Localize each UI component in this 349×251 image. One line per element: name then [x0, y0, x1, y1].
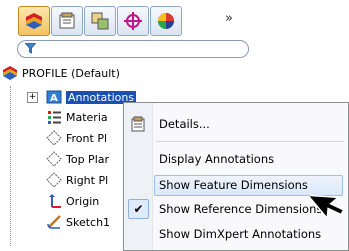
tree-item-top-plane[interactable]: Top Plar [46, 150, 109, 168]
menu-item-show-dimxpert-annotations[interactable]: Show DimXpert Annotations [124, 223, 348, 245]
menu-item-label: Show Reference Dimensions [159, 202, 323, 216]
sketch-icon [47, 215, 61, 229]
checkmark-icon: ✔ [128, 199, 149, 219]
configurationmanager-tab-icon [91, 12, 109, 30]
filter-field[interactable] [17, 40, 249, 58]
plane-icon [46, 130, 62, 146]
tree-item-label: Front Pl [66, 131, 108, 145]
menu-item-label: Details... [159, 117, 210, 131]
manager-tabs-toolbar [18, 6, 182, 36]
featuremanager-tab[interactable] [18, 6, 50, 36]
filter-icon [25, 43, 36, 54]
context-menu: Details... Display Annotations Show Feat… [123, 102, 349, 251]
expand-annotations-toggle[interactable]: + [27, 92, 38, 103]
tree-item-label: Top Plar [66, 152, 110, 166]
tree-item-front-plane[interactable]: Front Pl [46, 129, 107, 147]
display-manager-tab-icon [158, 13, 174, 29]
svg-text:A: A [50, 93, 58, 104]
menu-item-label: Show Feature Dimensions [159, 178, 308, 192]
plane-icon [46, 172, 62, 188]
menu-item-display-annotations[interactable]: Display Annotations [124, 148, 348, 170]
tree-root-label: PROFILE (Default) [22, 66, 120, 80]
tree-item-label: Sketch1 [66, 215, 111, 229]
display-manager-tab[interactable] [150, 6, 182, 36]
tree-root-item[interactable]: PROFILE (Default) [2, 64, 120, 82]
tree-item-right-plane[interactable]: Right Pl [46, 171, 108, 189]
part-icon [3, 66, 17, 80]
tree-item-label: Right Pl [66, 173, 109, 187]
more-tabs-chevron[interactable]: » [225, 11, 233, 26]
propertymanager-tab[interactable] [51, 6, 83, 36]
tree-item-label: Origin [66, 194, 100, 208]
tree-item-material[interactable]: Materia [46, 108, 108, 126]
dimxpertmanager-tab-icon [124, 12, 142, 30]
featuremanager-tab-icon [26, 13, 42, 29]
details-icon [131, 116, 145, 132]
menu-separator [156, 141, 344, 142]
menu-item-label: Display Annotations [159, 152, 275, 166]
propertymanager-tab-icon [59, 12, 75, 29]
plane-icon [46, 151, 62, 167]
menu-item-details[interactable]: Details... [124, 113, 348, 135]
annotations-icon: A [46, 90, 62, 104]
tree-item-label: Materia [66, 110, 108, 124]
tree-item-sketch1[interactable]: Sketch1 [46, 213, 110, 231]
configurationmanager-tab[interactable] [84, 6, 116, 36]
origin-icon [49, 194, 61, 208]
mouse-pointer-icon [310, 194, 345, 221]
tree-connector-line [10, 86, 11, 246]
tree-item-origin[interactable]: Origin [46, 192, 99, 210]
material-icon [48, 111, 61, 124]
menu-item-label: Show DimXpert Annotations [159, 227, 322, 241]
dimxpertmanager-tab[interactable] [117, 6, 149, 36]
